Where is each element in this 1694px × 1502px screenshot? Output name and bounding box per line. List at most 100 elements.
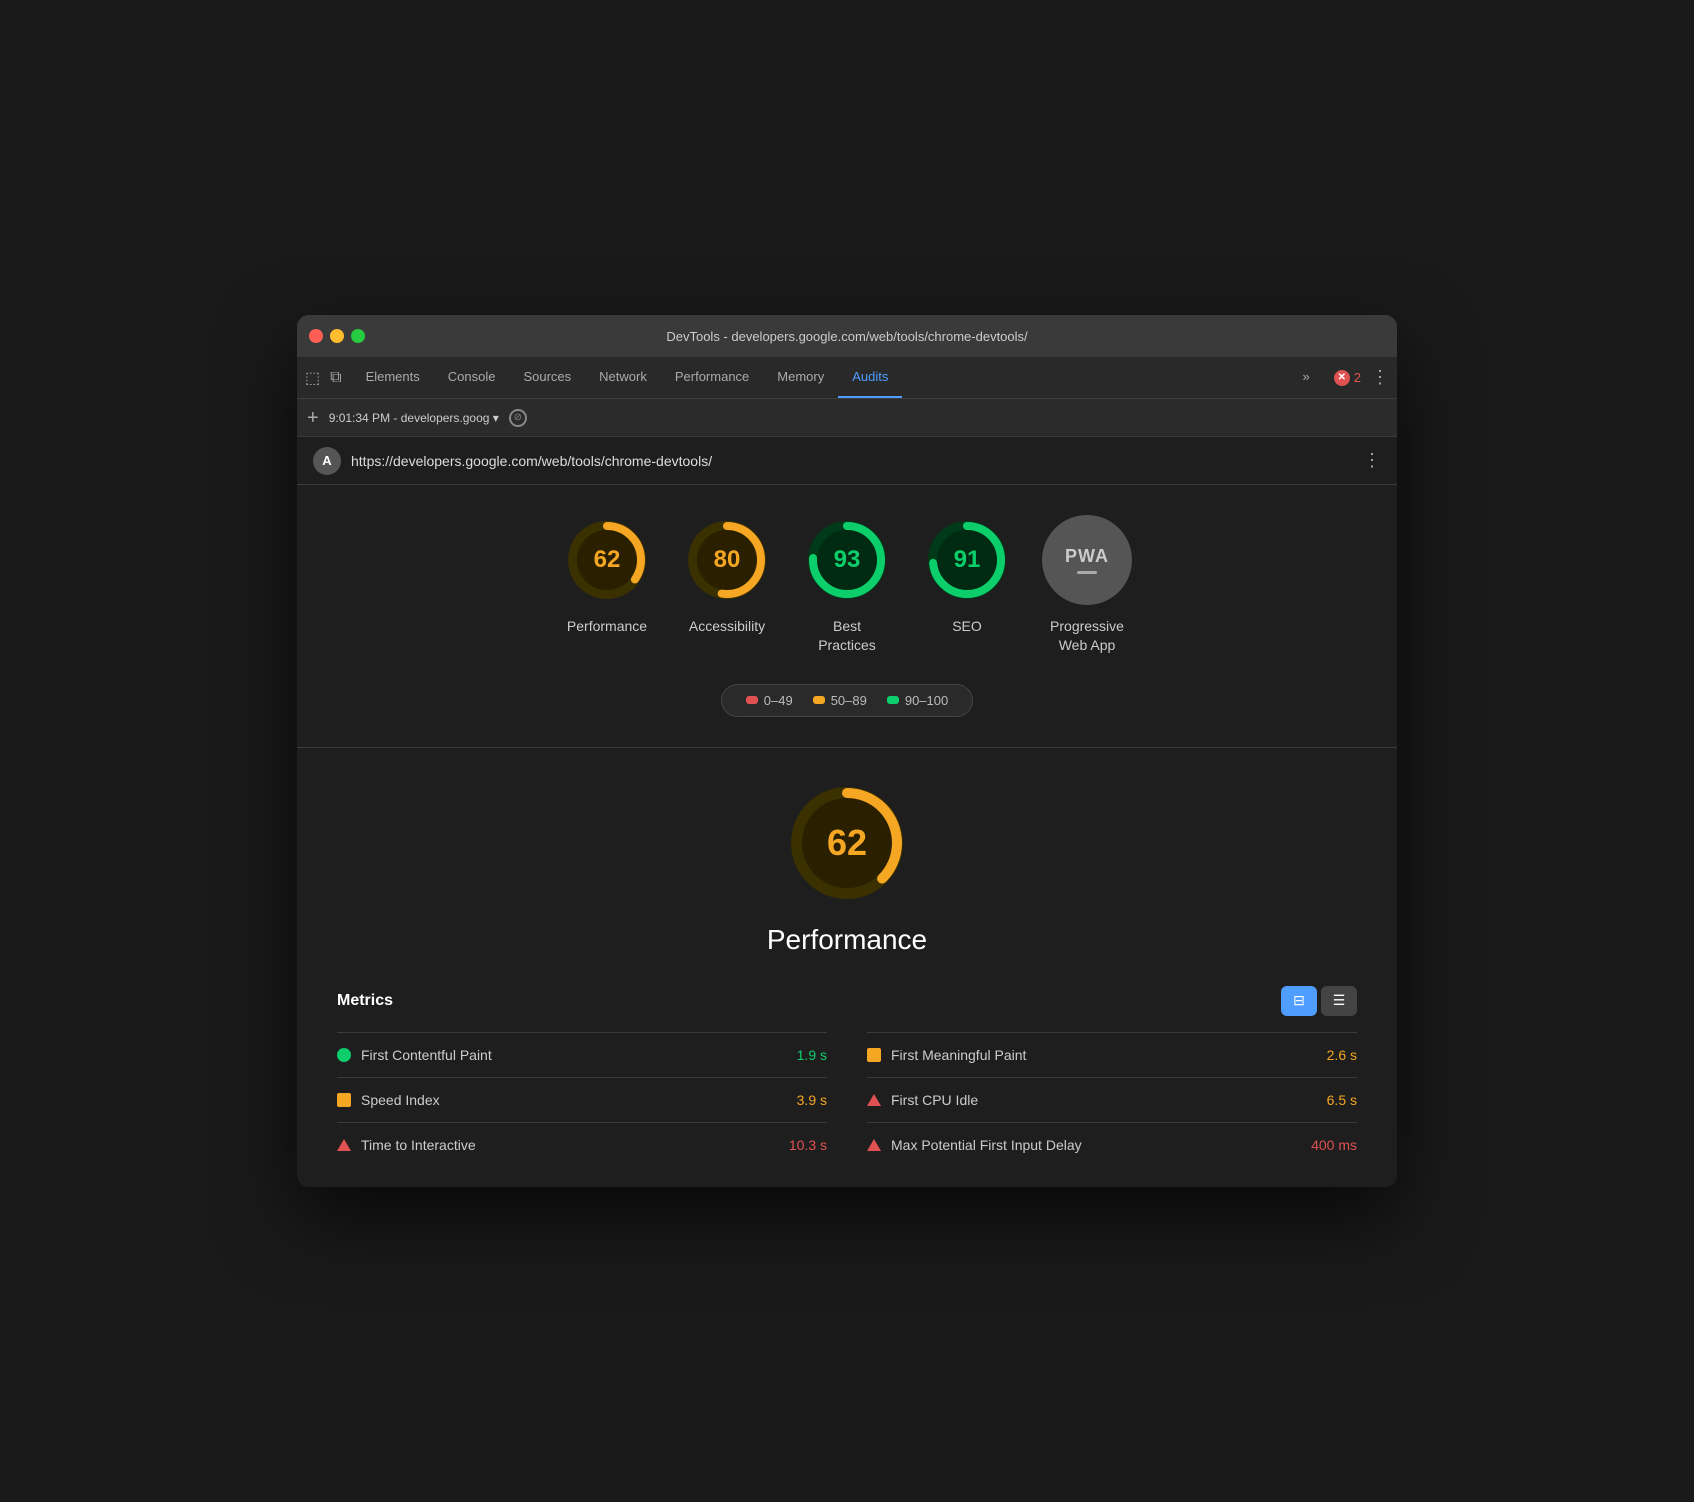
mpfid-name: Max Potential First Input Delay — [891, 1137, 1082, 1153]
tab-sources[interactable]: Sources — [509, 357, 585, 398]
address-bar: + 9:01:34 PM - developers.goog ▾ ⊘ — [297, 399, 1397, 437]
score-value-best-practices: 93 — [834, 546, 861, 574]
score-card-accessibility[interactable]: 80 Accessibility — [682, 515, 772, 653]
fci-value: 6.5 s — [1297, 1092, 1357, 1108]
list-icon: ☰ — [1333, 992, 1346, 1009]
tab-address[interactable]: 9:01:34 PM - developers.goog ▾ — [329, 411, 499, 425]
legend-item-fail: 0–49 — [746, 693, 793, 708]
add-tab-button[interactable]: + — [307, 408, 319, 428]
score-card-pwa[interactable]: PWA ProgressiveWeb App — [1042, 515, 1132, 653]
legend-dot-green — [887, 696, 899, 704]
score-value-seo: 91 — [954, 546, 981, 574]
score-label-performance: Performance — [567, 617, 647, 635]
large-score-title: Performance — [767, 924, 927, 956]
si-icon — [337, 1093, 351, 1107]
tti-icon — [337, 1139, 351, 1151]
fmp-value: 2.6 s — [1297, 1047, 1357, 1063]
score-label-pwa: ProgressiveWeb App — [1050, 617, 1124, 653]
fcp-value: 1.9 s — [767, 1047, 827, 1063]
cursor-icon[interactable]: ⬚ — [305, 368, 320, 388]
score-value-accessibility: 80 — [714, 546, 741, 574]
view-toggle: ⊟ ☰ — [1281, 986, 1357, 1016]
metrics-section: Metrics ⊟ ☰ First Contentful — [317, 986, 1377, 1167]
legend-inner: 0–49 50–89 90–100 — [721, 684, 973, 717]
close-button[interactable] — [309, 329, 323, 343]
pwa-badge: PWA — [1042, 515, 1132, 605]
large-score-value: 62 — [827, 822, 867, 864]
browser-window: DevTools - developers.google.com/web/too… — [297, 315, 1397, 1186]
score-legend: 0–49 50–89 90–100 — [317, 684, 1377, 717]
metric-left-fmp: First Meaningful Paint — [867, 1047, 1297, 1063]
list-view-button[interactable]: ☰ — [1321, 986, 1357, 1016]
window-title: DevTools - developers.google.com/web/too… — [666, 329, 1027, 344]
error-badge[interactable]: ✕ 2 — [1334, 370, 1361, 386]
score-card-seo[interactable]: 91 SEO — [922, 515, 1012, 653]
lighthouse-url: https://developers.google.com/web/tools/… — [351, 453, 712, 469]
metric-left-si: Speed Index — [337, 1092, 767, 1108]
gauge-seo: 91 — [922, 515, 1012, 605]
devtools-tab-bar: ⬚ ⧉ Elements Console Sources Network Per… — [297, 357, 1397, 399]
tti-name: Time to Interactive — [361, 1137, 476, 1153]
pwa-dash — [1077, 571, 1097, 574]
fci-icon — [867, 1094, 881, 1106]
score-label-accessibility: Accessibility — [689, 617, 765, 635]
pwa-text: PWA — [1065, 546, 1109, 567]
lighthouse-menu-icon[interactable]: ⋮ — [1363, 450, 1381, 471]
metric-left-fci: First CPU Idle — [867, 1092, 1297, 1108]
lighthouse-url-bar: A https://developers.google.com/web/tool… — [297, 437, 1397, 485]
tab-audits[interactable]: Audits — [838, 357, 902, 398]
tab-memory[interactable]: Memory — [763, 357, 838, 398]
more-tabs-button[interactable]: » — [1289, 369, 1324, 386]
metric-row-fcp: First Contentful Paint 1.9 s — [337, 1032, 827, 1077]
si-value: 3.9 s — [767, 1092, 827, 1108]
tab-elements[interactable]: Elements — [352, 357, 434, 398]
score-card-performance[interactable]: 62 Performance — [562, 515, 652, 653]
tab-console[interactable]: Console — [434, 357, 510, 398]
metrics-grid: First Contentful Paint 1.9 s Speed Index… — [337, 1032, 1357, 1167]
metrics-header: Metrics ⊟ ☰ — [337, 986, 1357, 1016]
fmp-name: First Meaningful Paint — [891, 1047, 1026, 1063]
metric-row-fmp: First Meaningful Paint 2.6 s — [867, 1032, 1357, 1077]
error-icon: ✕ — [1334, 370, 1350, 386]
lighthouse-icon: A — [313, 447, 341, 475]
mpfid-icon — [867, 1139, 881, 1151]
fmp-icon — [867, 1048, 881, 1062]
gauge-performance: 62 — [562, 515, 652, 605]
large-score-section: 62 Performance — [317, 778, 1377, 956]
legend-item-average: 50–89 — [813, 693, 867, 708]
large-gauge: 62 — [782, 778, 912, 908]
fcp-name: First Contentful Paint — [361, 1047, 492, 1063]
tab-network[interactable]: Network — [585, 357, 661, 398]
fci-name: First CPU Idle — [891, 1092, 978, 1108]
metric-left-fcp: First Contentful Paint — [337, 1047, 767, 1063]
score-cards: 62 Performance 80 Accessibility — [317, 515, 1377, 653]
tti-value: 10.3 s — [767, 1137, 827, 1153]
traffic-lights — [309, 329, 365, 343]
grid-view-button[interactable]: ⊟ — [1281, 986, 1317, 1016]
metric-row-tti: Time to Interactive 10.3 s — [337, 1122, 827, 1167]
metrics-title: Metrics — [337, 992, 393, 1010]
fcp-icon — [337, 1048, 351, 1062]
metric-row-fci: First CPU Idle 6.5 s — [867, 1077, 1357, 1122]
minimize-button[interactable] — [330, 329, 344, 343]
score-card-best-practices[interactable]: 93 BestPractices — [802, 515, 892, 653]
block-icon[interactable]: ⊘ — [509, 409, 527, 427]
score-label-best-practices: BestPractices — [818, 617, 876, 653]
maximize-button[interactable] — [351, 329, 365, 343]
metric-left-tti: Time to Interactive — [337, 1137, 767, 1153]
legend-item-pass: 90–100 — [887, 693, 948, 708]
si-name: Speed Index — [361, 1092, 440, 1108]
metrics-column-left: First Contentful Paint 1.9 s Speed Index… — [337, 1032, 827, 1167]
score-value-performance: 62 — [594, 546, 621, 574]
legend-dot-red — [746, 696, 758, 704]
metric-row-si: Speed Index 3.9 s — [337, 1077, 827, 1122]
gauge-accessibility: 80 — [682, 515, 772, 605]
legend-dot-orange — [813, 696, 825, 704]
device-icon[interactable]: ⧉ — [330, 369, 341, 387]
tab-performance[interactable]: Performance — [661, 357, 763, 398]
grid-icon: ⊟ — [1293, 992, 1305, 1009]
devtools-more-icon[interactable]: ⋮ — [1371, 367, 1389, 388]
metrics-column-right: First Meaningful Paint 2.6 s First CPU I… — [867, 1032, 1357, 1167]
gauge-best-practices: 93 — [802, 515, 892, 605]
devtools-left-icons: ⬚ ⧉ — [305, 357, 342, 398]
